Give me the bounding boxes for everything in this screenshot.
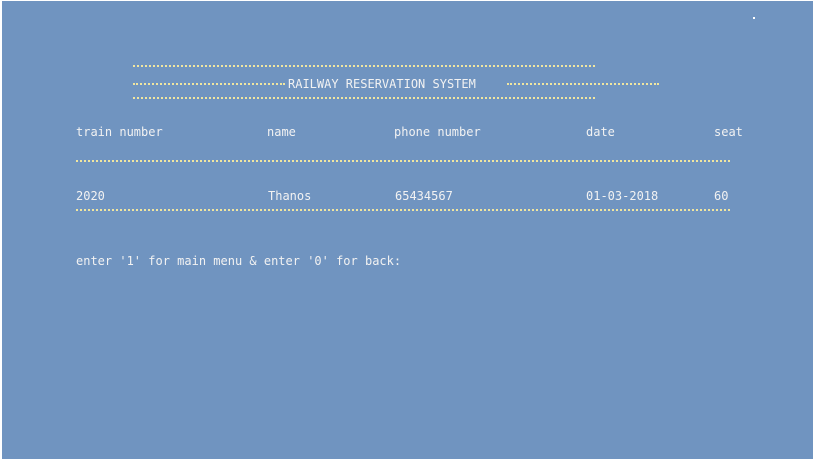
title-top-rule (133, 65, 595, 67)
title-bottom-rule (133, 97, 595, 99)
cell-phone-number: 65434567 (395, 189, 453, 203)
column-header-seat: seat (714, 125, 743, 139)
column-header-train-number: train number (76, 125, 163, 139)
column-header-name: name (267, 125, 296, 139)
page-title: RAILWAY RESERVATION SYSTEM (288, 77, 476, 91)
header-separator (76, 160, 730, 162)
cell-name: Thanos (268, 189, 312, 203)
cell-date: 01-03-2018 (586, 189, 659, 203)
console-window: RAILWAY RESERVATION SYSTEM train number … (2, 1, 813, 459)
console-prompt[interactable]: enter '1' for main menu & enter '0' for … (76, 254, 401, 268)
column-header-date: date (586, 125, 615, 139)
title-row: RAILWAY RESERVATION SYSTEM (133, 76, 659, 92)
row-separator (76, 209, 730, 211)
title-right-rule (507, 83, 659, 85)
cell-seat: 60 (714, 189, 729, 203)
column-header-phone-number: phone number (394, 125, 481, 139)
title-left-rule (133, 83, 285, 85)
cell-train-number: 2020 (76, 189, 105, 203)
console-cursor (753, 17, 755, 19)
